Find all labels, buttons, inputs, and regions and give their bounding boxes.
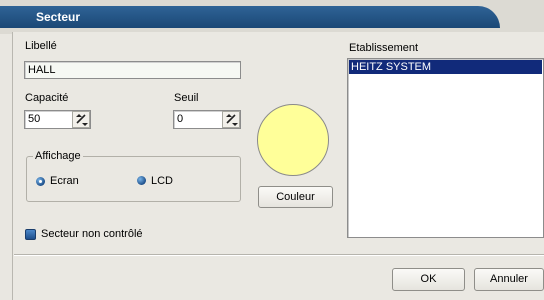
- capacite-value: 50: [28, 113, 41, 125]
- capacite-label: Capacité: [25, 92, 69, 104]
- radio-lcd-label[interactable]: LCD: [151, 175, 173, 187]
- capacite-spinner[interactable]: [72, 111, 90, 128]
- cancel-button[interactable]: Annuler: [474, 268, 544, 291]
- couleur-button[interactable]: Couleur: [258, 186, 333, 208]
- seuil-spinner[interactable]: [222, 111, 240, 128]
- etablissement-listbox[interactable]: HEITZ SYSTEM: [347, 58, 544, 238]
- affichage-title: Affichage: [33, 150, 83, 162]
- title-bar[interactable]: Secteur: [0, 0, 544, 34]
- window-title: Secteur: [36, 10, 81, 24]
- etablissement-label: Etablissement: [349, 42, 419, 54]
- secteur-non-controle-checkbox[interactable]: [25, 229, 36, 240]
- seuil-value: 0: [177, 113, 184, 125]
- list-item[interactable]: HEITZ SYSTEM: [349, 60, 542, 74]
- bottom-divider: [14, 254, 544, 256]
- spin-arrows-icon: [76, 114, 88, 126]
- libelle-input[interactable]: [24, 61, 241, 79]
- radio-ecran-label[interactable]: Ecran: [50, 175, 79, 187]
- secteur-non-controle-label[interactable]: Secteur non contrôlé: [41, 228, 143, 240]
- libelle-label: Libellé: [25, 40, 57, 52]
- seuil-label: Seuil: [174, 92, 199, 104]
- color-preview-swatch: [257, 104, 329, 176]
- ok-button[interactable]: OK: [392, 268, 465, 291]
- spin-arrows-icon: [226, 114, 238, 126]
- radio-ecran[interactable]: [36, 177, 45, 186]
- title-tab: Secteur: [0, 6, 500, 28]
- radio-lcd[interactable]: [137, 176, 146, 185]
